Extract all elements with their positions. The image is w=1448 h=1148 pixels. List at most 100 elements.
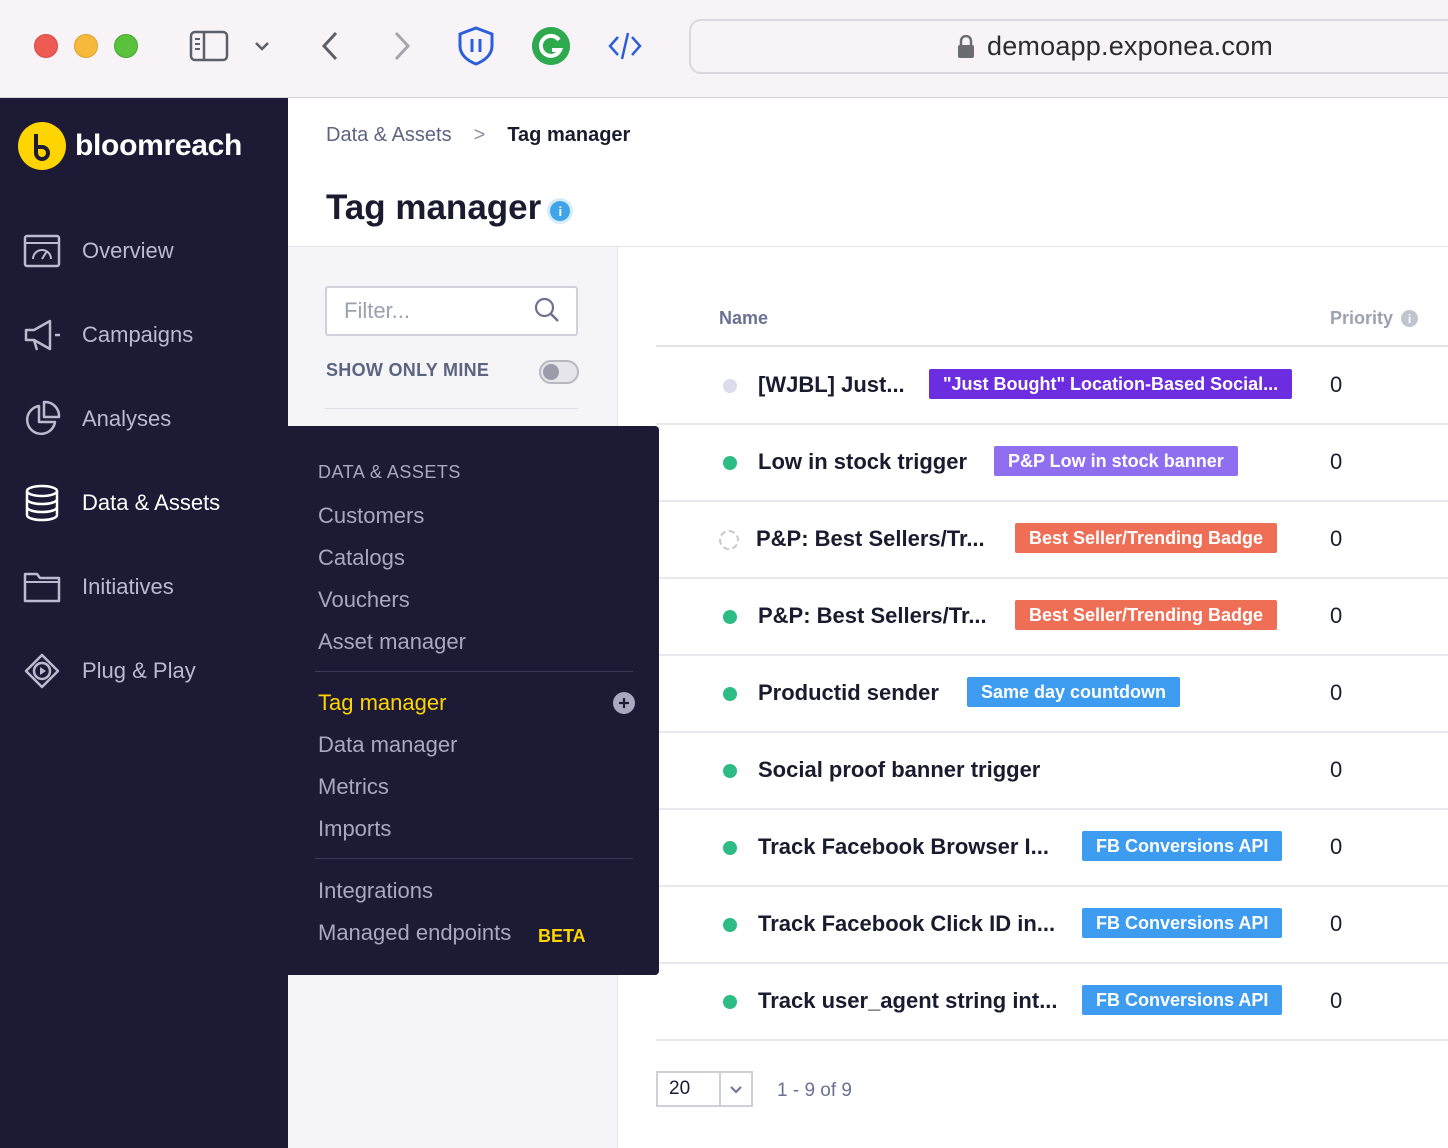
- add-icon[interactable]: [613, 692, 635, 714]
- menu-item-imports[interactable]: Imports: [318, 816, 391, 842]
- menu-item-managed-endpoints[interactable]: Managed endpoints: [318, 920, 511, 946]
- play-icon: [22, 651, 62, 691]
- menu-item-catalogs[interactable]: Catalogs: [318, 545, 405, 571]
- url-text: demoapp.exponea.com: [987, 31, 1273, 61]
- menu-item-integrations[interactable]: Integrations: [318, 878, 433, 904]
- nav-item-plug-play[interactable]: Plug & Play: [22, 646, 282, 696]
- table-row[interactable]: Track user_agent string int... FB Conver…: [656, 964, 1448, 1041]
- row-priority: 0: [1330, 526, 1343, 551]
- menu-item-data-manager[interactable]: Data manager: [318, 732, 457, 758]
- table-row[interactable]: Track Facebook Click ID in... FB Convers…: [656, 887, 1448, 964]
- tag-badge[interactable]: Same day countdown: [967, 677, 1181, 707]
- table-row[interactable]: P&P: Best Sellers/Tr... Best Seller/Tren…: [656, 502, 1448, 579]
- database-icon: [22, 483, 62, 523]
- status-active-icon: [723, 995, 737, 1009]
- info-icon[interactable]: i: [550, 201, 571, 221]
- info-icon[interactable]: i: [1401, 310, 1419, 327]
- status-active-icon: [723, 841, 737, 855]
- breadcrumb-separator-icon: >: [473, 124, 486, 146]
- megaphone-icon: [22, 315, 62, 355]
- shield-extension-icon[interactable]: [456, 26, 496, 66]
- back-arrow-icon[interactable]: [316, 26, 344, 66]
- menu-item-vouchers[interactable]: Vouchers: [318, 587, 410, 613]
- breadcrumb-parent[interactable]: Data & Assets: [326, 124, 452, 147]
- row-priority: 0: [1330, 603, 1343, 628]
- tag-badge[interactable]: FB Conversions API: [1082, 831, 1283, 861]
- row-priority: 0: [1330, 834, 1343, 859]
- bloomreach-logo[interactable]: bloomreach: [18, 122, 242, 170]
- show-only-mine-label: SHOW ONLY MINE: [326, 360, 490, 380]
- row-name[interactable]: Track Facebook Click ID in...: [758, 911, 1055, 937]
- beta-badge: BETA: [538, 926, 586, 946]
- tag-badge[interactable]: P&P Low in stock banner: [994, 446, 1238, 476]
- table-header: Name Priority i: [656, 300, 1448, 347]
- table-row[interactable]: P&P: Best Sellers/Tr... Best Seller/Tren…: [656, 579, 1448, 656]
- search-icon[interactable]: [534, 297, 560, 328]
- flyout-heading: DATA & ASSETS: [318, 462, 461, 482]
- lock-icon: [958, 34, 974, 58]
- pie-chart-icon: [22, 399, 62, 439]
- row-name[interactable]: [WJBL] Just...: [758, 372, 905, 398]
- nav-item-overview[interactable]: Overview: [22, 226, 282, 276]
- code-brackets-icon[interactable]: [606, 26, 644, 66]
- chevron-down-icon[interactable]: [252, 26, 272, 66]
- zoom-window-button[interactable]: [114, 34, 138, 58]
- tag-badge[interactable]: "Just Bought" Location-Based Social...: [929, 369, 1293, 399]
- bloomreach-logo-icon: [18, 122, 66, 170]
- menu-item-asset-manager[interactable]: Asset manager: [318, 629, 466, 655]
- close-window-button[interactable]: [34, 34, 58, 58]
- nav-label: Data & Assets: [82, 490, 221, 515]
- browser-toolbar: demoapp.exponea.com: [0, 0, 1448, 98]
- row-priority: 0: [1330, 988, 1343, 1013]
- nav-label: Campaigns: [82, 322, 194, 347]
- status-active-icon: [723, 687, 737, 701]
- nav-label: Initiatives: [82, 574, 174, 599]
- forward-arrow-icon[interactable]: [388, 26, 416, 66]
- menu-divider: [315, 671, 633, 672]
- row-name[interactable]: Track user_agent string int...: [758, 988, 1058, 1014]
- row-name[interactable]: Productid sender: [758, 680, 939, 706]
- data-assets-flyout-menu: DATA & ASSETS Customers Catalogs Voucher…: [288, 426, 659, 975]
- menu-divider: [315, 858, 633, 859]
- tag-badge[interactable]: FB Conversions API: [1082, 908, 1283, 938]
- nav-item-analyses[interactable]: Analyses: [22, 394, 282, 444]
- page-size-select[interactable]: 20: [656, 1071, 753, 1107]
- table-row[interactable]: [WJBL] Just... "Just Bought" Location-Ba…: [656, 348, 1448, 425]
- column-header-priority[interactable]: Priority i: [1330, 308, 1419, 329]
- pagination-range: 1 - 9 of 9: [777, 1080, 852, 1101]
- row-priority: 0: [1330, 680, 1343, 705]
- minimize-window-button[interactable]: [74, 34, 98, 58]
- folder-icon: [22, 567, 62, 607]
- menu-item-tag-manager[interactable]: Tag manager: [318, 690, 446, 716]
- status-draft-icon: [719, 530, 739, 550]
- show-only-mine-toggle[interactable]: [539, 360, 579, 384]
- row-name[interactable]: Low in stock trigger: [758, 449, 967, 475]
- toggle-knob: [543, 364, 559, 380]
- tag-badge[interactable]: Best Seller/Trending Badge: [1015, 600, 1278, 630]
- breadcrumb-current: Tag manager: [507, 124, 631, 146]
- address-bar[interactable]: demoapp.exponea.com: [689, 19, 1448, 74]
- sidebar-toggle-icon[interactable]: [188, 26, 230, 66]
- nav-item-campaigns[interactable]: Campaigns: [22, 310, 282, 360]
- row-name[interactable]: P&P: Best Sellers/Tr...: [758, 603, 987, 629]
- row-name[interactable]: Track Facebook Browser I...: [758, 834, 1049, 860]
- nav-item-initiatives[interactable]: Initiatives: [22, 562, 282, 612]
- menu-item-customers[interactable]: Customers: [318, 503, 424, 529]
- table-row[interactable]: Low in stock trigger P&P Low in stock ba…: [656, 425, 1448, 502]
- row-priority: 0: [1330, 449, 1343, 474]
- column-header-priority-label: Priority: [1330, 308, 1394, 328]
- menu-item-metrics[interactable]: Metrics: [318, 774, 389, 800]
- row-priority: 0: [1330, 372, 1343, 397]
- row-name[interactable]: P&P: Best Sellers/Tr...: [756, 526, 985, 552]
- table-row[interactable]: Productid sender Same day countdown 0: [656, 656, 1448, 733]
- table-row[interactable]: Track Facebook Browser I... FB Conversio…: [656, 810, 1448, 887]
- chevron-down-icon[interactable]: [718, 1073, 751, 1105]
- grammarly-icon[interactable]: [530, 26, 572, 66]
- column-header-name[interactable]: Name: [719, 308, 768, 329]
- status-active-icon: [723, 764, 737, 778]
- tag-badge[interactable]: FB Conversions API: [1082, 985, 1283, 1015]
- row-name[interactable]: Social proof banner trigger: [758, 757, 1040, 783]
- table-row[interactable]: Social proof banner trigger 0: [656, 733, 1448, 810]
- tag-badge[interactable]: Best Seller/Trending Badge: [1015, 523, 1278, 553]
- nav-item-data-assets[interactable]: Data & Assets: [22, 478, 282, 528]
